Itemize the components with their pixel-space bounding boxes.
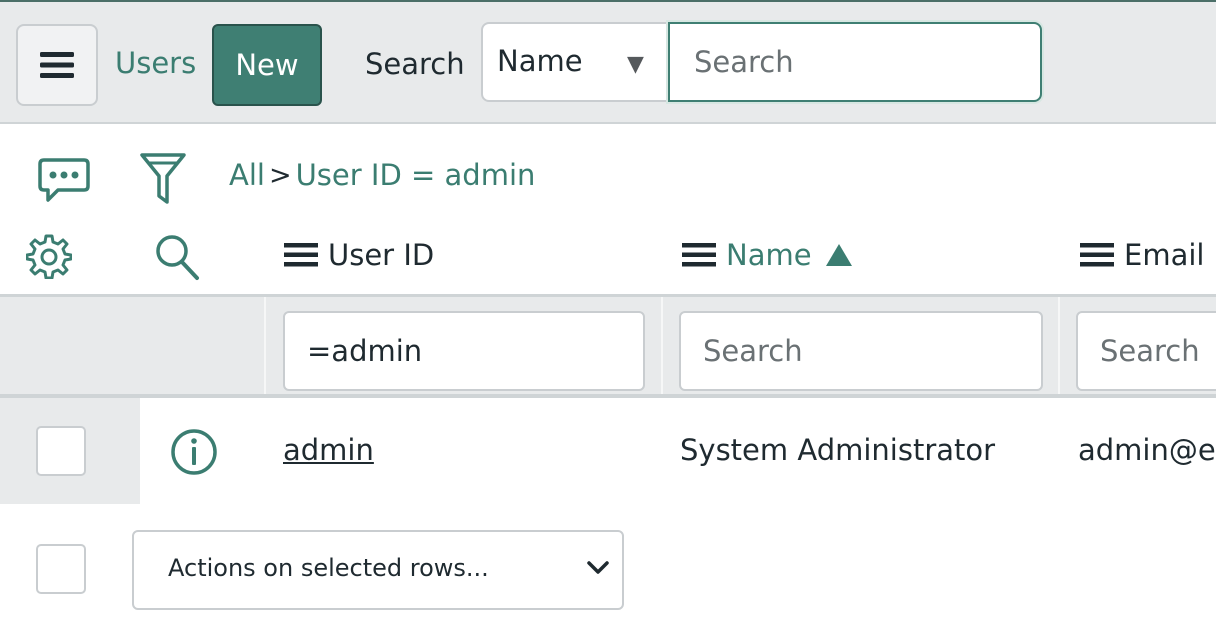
chevron-down-icon <box>587 561 609 574</box>
name-filter-input[interactable] <box>679 311 1043 391</box>
list-header: Users New Search Name ▼ <box>0 0 1216 124</box>
hamburger-icon <box>40 52 74 78</box>
list-title[interactable]: Users <box>115 46 196 80</box>
column-divider <box>1058 297 1060 394</box>
breadcrumb-separator: > <box>268 159 292 191</box>
name-cell: System Administrator <box>680 433 996 467</box>
email-cell: admin@ex <box>1078 433 1216 467</box>
search-field-select[interactable]: Name ▼ <box>481 22 671 102</box>
column-divider <box>264 297 266 394</box>
column-menu-icon[interactable] <box>1080 243 1114 267</box>
column-menu-icon[interactable] <box>682 243 716 267</box>
breadcrumb-condition[interactable]: User ID = admin <box>296 158 536 192</box>
actions-on-selected-rows-select[interactable]: Actions on selected rows... <box>132 530 624 610</box>
list-search-input[interactable] <box>668 22 1042 102</box>
breadcrumb-all[interactable]: All <box>229 158 265 192</box>
new-button[interactable]: New <box>212 24 322 106</box>
column-label: Name <box>726 238 812 272</box>
column-label: Email <box>1124 238 1205 272</box>
user-id-link[interactable]: admin <box>283 433 374 467</box>
gear-icon[interactable] <box>26 233 72 279</box>
magnifier-icon[interactable] <box>154 233 200 281</box>
chat-bubble-icon[interactable] <box>38 156 90 204</box>
breadcrumb: All > User ID = admin <box>229 158 535 192</box>
context-menu-button[interactable] <box>16 24 98 106</box>
triangle-up-icon <box>825 244 852 266</box>
column-header-user-id[interactable]: User ID <box>284 238 434 272</box>
actions-select-label: Actions on selected rows... <box>168 554 489 582</box>
info-circle-icon[interactable] <box>170 428 218 476</box>
column-filter-row <box>0 294 1216 398</box>
user-id-filter-input[interactable] <box>283 311 645 391</box>
funnel-icon[interactable] <box>139 152 187 206</box>
email-filter-input[interactable] <box>1076 311 1216 391</box>
row-checkbox[interactable] <box>36 426 86 476</box>
column-divider <box>661 297 663 394</box>
search-label: Search <box>365 47 465 81</box>
select-all-checkbox[interactable] <box>36 544 86 594</box>
column-header-name[interactable]: Name <box>682 238 852 272</box>
dropdown-triangle-icon: ▼ <box>627 52 644 77</box>
search-field-value: Name <box>497 44 583 78</box>
column-menu-icon[interactable] <box>284 243 318 267</box>
column-header-email[interactable]: Email <box>1080 238 1204 272</box>
column-label: User ID <box>328 238 435 272</box>
